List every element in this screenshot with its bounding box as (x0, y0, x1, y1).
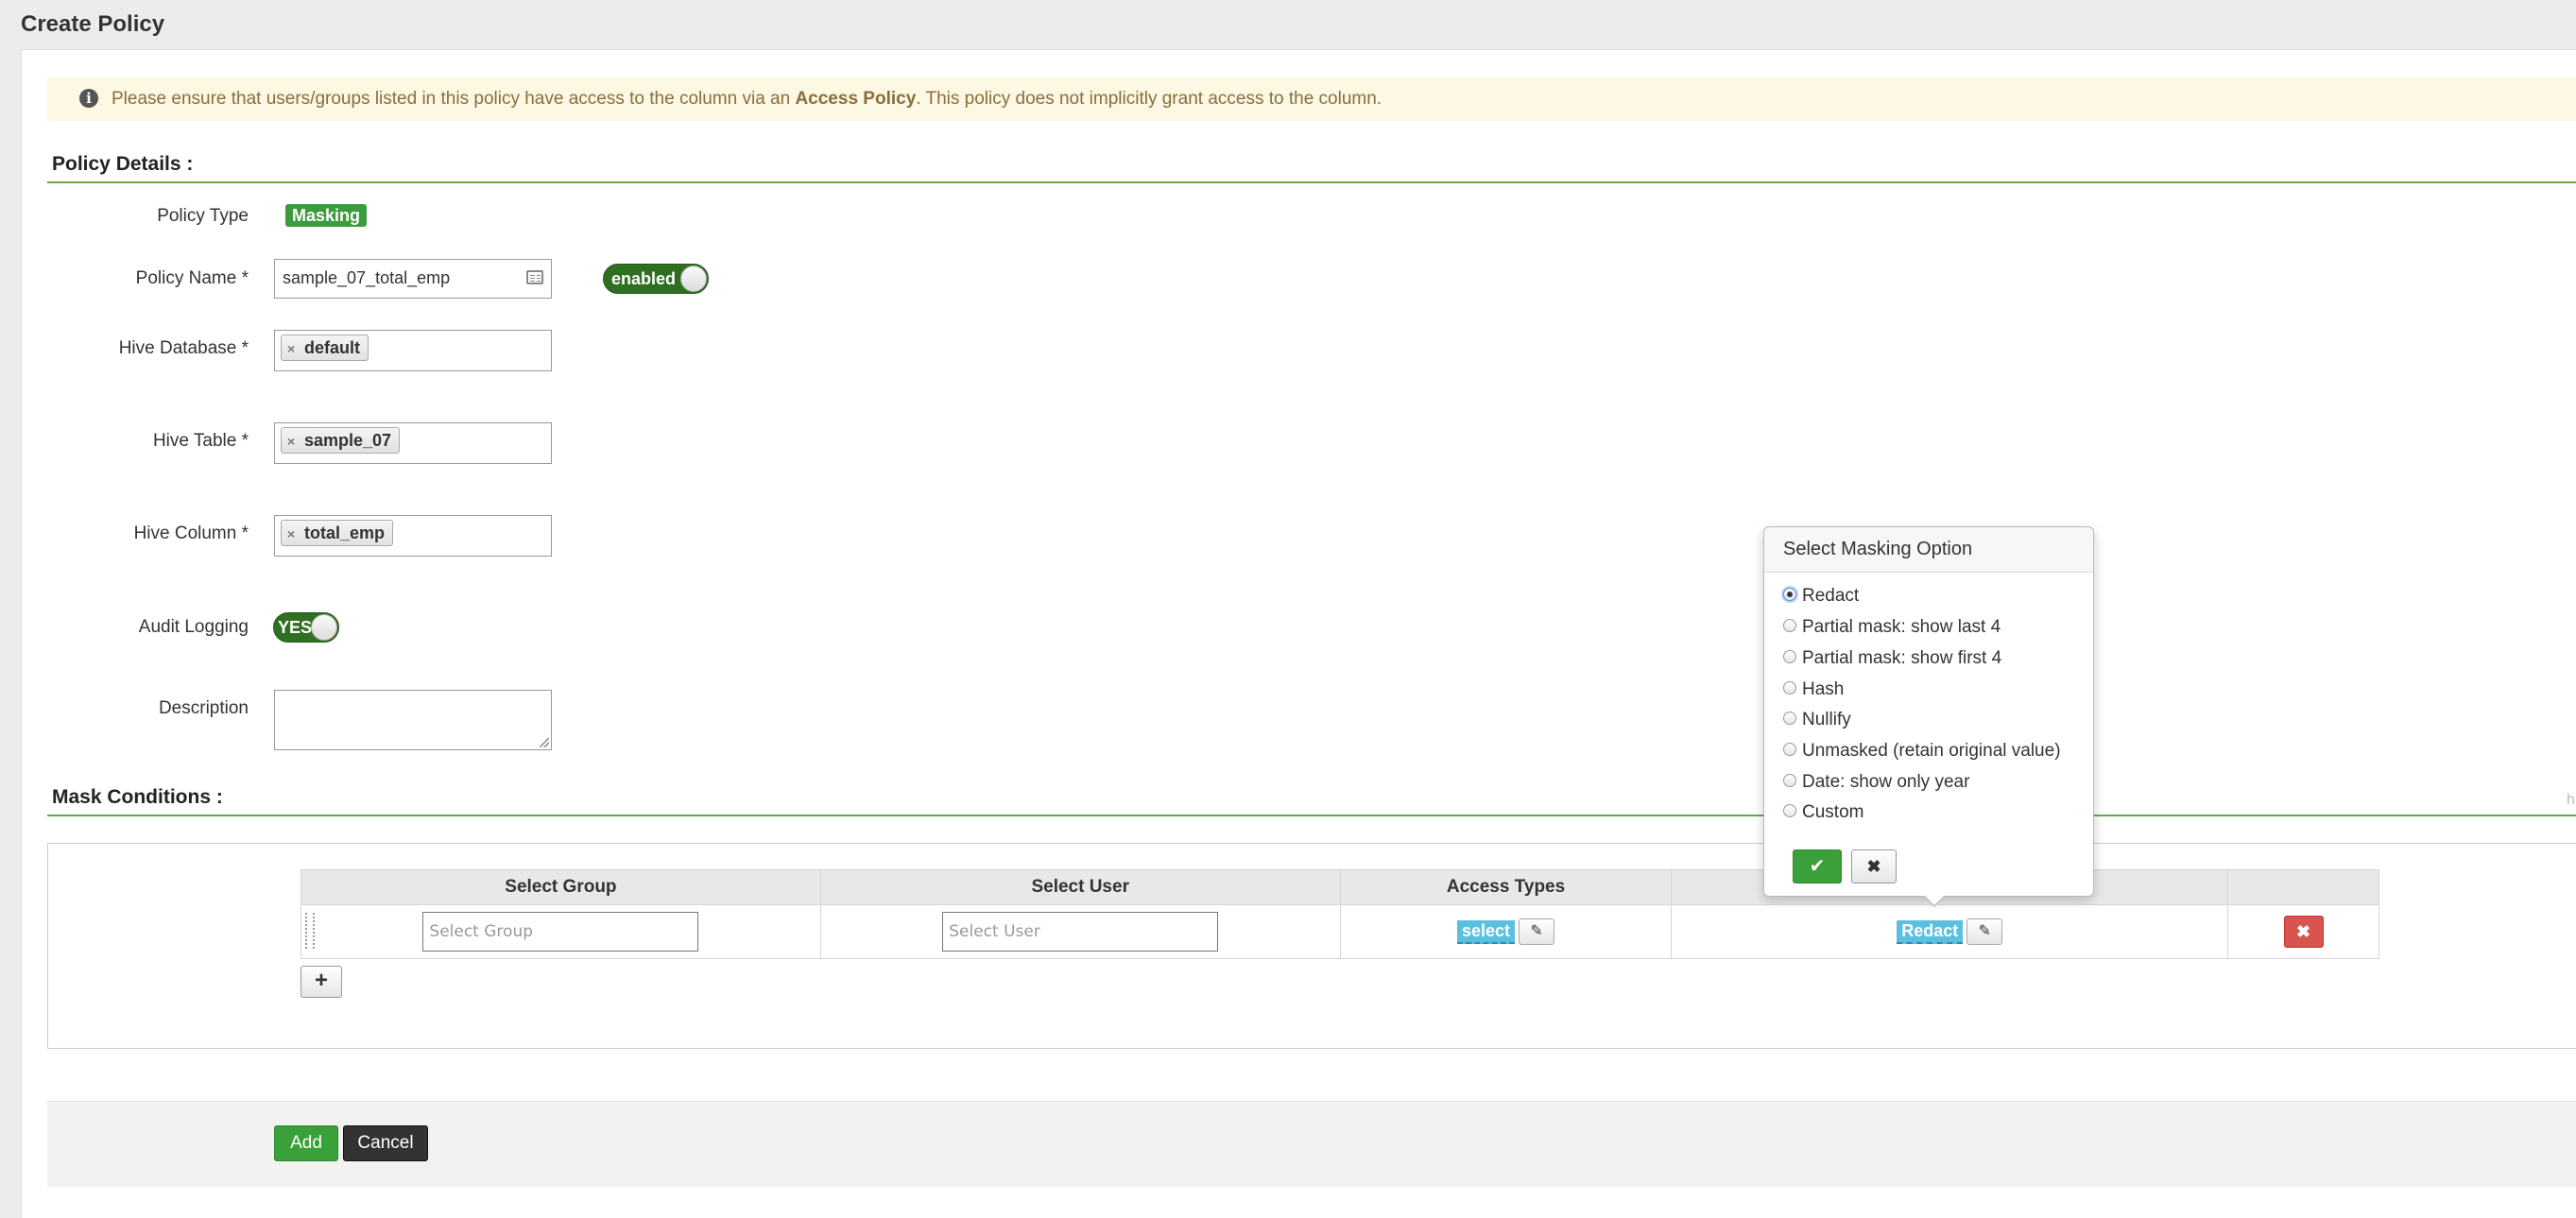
description-textarea[interactable] (274, 690, 552, 750)
policy-name-label: Policy Name * (135, 268, 249, 288)
masking-option-hash[interactable]: Hash (1783, 679, 1844, 700)
column-header-access-types: Access Types (1339, 869, 1673, 905)
toggle-label: enabled (611, 269, 677, 288)
access-types-cell: select ✎ (1339, 904, 1673, 959)
hive-database-tag: × default (281, 335, 369, 361)
confirm-masking-button[interactable]: ✔ (1793, 849, 1842, 883)
masking-option-nullify[interactable]: Nullify (1783, 710, 1851, 730)
tag-label: total_emp (304, 523, 386, 542)
hive-database-label: Hive Database * (118, 338, 249, 358)
table-row: Select Group Select User select ✎ Redact ✎… (301, 904, 2379, 959)
masking-option-popover: Select Masking Option Redact Partial mas… (1763, 526, 2094, 907)
cancel-button[interactable]: Cancel (343, 1125, 428, 1161)
mask-conditions-heading: Mask Conditions : (52, 786, 223, 808)
hive-database-input[interactable]: × default (274, 330, 552, 371)
option-label: Nullify (1802, 710, 1851, 729)
tag-label: sample_07 (304, 431, 392, 450)
edit-masking-option-button[interactable]: ✎ (1966, 918, 2003, 945)
select-group-input[interactable]: Select Group (422, 912, 699, 952)
option-label: Unmasked (retain original value) (1802, 741, 2061, 761)
hive-column-input[interactable]: × total_emp (274, 515, 552, 557)
page-title: Create Policy (21, 11, 165, 37)
alert-text-after: . This policy does not implicitly grant … (916, 89, 1382, 109)
radio-button[interactable] (1783, 711, 1796, 725)
policy-type-label: Policy Type (157, 206, 249, 226)
option-label: Partial mask: show first 4 (1802, 648, 2002, 668)
section-divider (47, 181, 2576, 183)
audit-logging-label: Audit Logging (138, 617, 249, 637)
radio-button[interactable] (1783, 680, 1796, 695)
toggle-knob (680, 266, 707, 292)
hive-column-tag: × total_emp (281, 520, 394, 546)
group-cell: Select Group (301, 904, 821, 959)
edit-access-types-button[interactable]: ✎ (1519, 918, 1555, 945)
hive-table-tag: × sample_07 (281, 427, 401, 454)
alert-text-before: Please ensure that users/groups listed i… (112, 89, 796, 109)
info-icon: i (79, 89, 98, 108)
select-user-input[interactable]: Select User (942, 912, 1219, 952)
masking-option-custom[interactable]: Custom (1783, 802, 1863, 823)
masking-option-redact[interactable]: Redact (1783, 586, 1859, 607)
description-label: Description (158, 698, 249, 718)
hive-column-label: Hive Column * (133, 523, 249, 543)
policy-name-input[interactable]: sample_07_total_emp (274, 259, 552, 299)
column-header-actions (2227, 869, 2379, 905)
hive-table-label: Hive Table * (152, 431, 249, 451)
toggle-label: YES (278, 618, 313, 637)
cancel-masking-button[interactable]: ✖ (1851, 849, 1897, 883)
policy-type-badge: Masking (285, 204, 368, 227)
popover-title: Select Masking Option (1764, 527, 2093, 573)
add-condition-button[interactable]: + (301, 966, 342, 998)
edge-mark: h (2567, 792, 2575, 808)
pencil-icon: ✎ (1530, 923, 1543, 939)
remove-tag-icon[interactable]: × (287, 429, 295, 454)
drag-handle-icon[interactable] (305, 913, 315, 949)
popover-arrow (1923, 895, 1946, 907)
radio-button[interactable] (1783, 803, 1796, 817)
radio-button[interactable] (1783, 618, 1796, 632)
masking-option-partial-last-4[interactable]: Partial mask: show last 4 (1783, 617, 2001, 638)
pencil-icon: ✎ (1978, 923, 1991, 939)
option-label: Redact (1802, 586, 1860, 606)
section-divider (47, 815, 2576, 816)
masking-option-cell: Redact ✎ (1671, 904, 2229, 959)
masking-option-partial-first-4[interactable]: Partial mask: show first 4 (1783, 648, 2001, 669)
tag-label: default (304, 338, 361, 357)
masking-option-date-year[interactable]: Date: show only year (1783, 772, 1969, 793)
radio-button[interactable] (1783, 773, 1796, 787)
actions-cell: ✖ (2227, 904, 2379, 959)
radio-button[interactable] (1783, 742, 1796, 756)
user-cell: Select User (819, 904, 1341, 959)
policy-name-value: sample_07_total_emp (283, 268, 451, 287)
remove-tag-icon[interactable]: × (287, 522, 295, 546)
check-icon: ✔ (1809, 856, 1826, 877)
audit-logging-toggle[interactable]: YES (273, 612, 339, 643)
toggle-knob (311, 614, 337, 641)
column-header-select-group: Select Group (301, 869, 821, 905)
radio-button[interactable] (1783, 649, 1796, 663)
access-type-chip[interactable]: select (1457, 919, 1516, 944)
close-icon: ✖ (1866, 857, 1881, 876)
alert-text: Please ensure that users/groups listed i… (112, 77, 1382, 121)
remove-tag-icon[interactable]: × (287, 336, 295, 361)
radio-button[interactable] (1783, 587, 1796, 601)
list-icon (526, 270, 543, 284)
policy-enabled-toggle[interactable]: enabled (603, 264, 709, 294)
option-label: Date: show only year (1802, 772, 1970, 792)
option-label: Custom (1802, 802, 1864, 822)
add-button[interactable]: Add (274, 1125, 338, 1161)
access-policy-link: Access Policy (795, 89, 917, 109)
close-icon: ✖ (2295, 922, 2311, 941)
delete-row-button[interactable]: ✖ (2283, 916, 2324, 948)
column-header-select-user: Select User (819, 869, 1341, 905)
option-label: Hash (1802, 679, 1845, 699)
option-label: Partial mask: show last 4 (1802, 617, 2001, 637)
masking-option-unmasked[interactable]: Unmasked (retain original value) (1783, 741, 2061, 762)
masking-option-chip[interactable]: Redact (1897, 919, 1964, 944)
access-policy-alert: i Please ensure that users/groups listed… (47, 77, 2576, 121)
policy-details-heading: Policy Details : (52, 153, 194, 175)
resize-grip-icon[interactable] (540, 738, 549, 747)
hive-table-input[interactable]: × sample_07 (274, 422, 552, 464)
plus-icon: + (314, 968, 328, 993)
